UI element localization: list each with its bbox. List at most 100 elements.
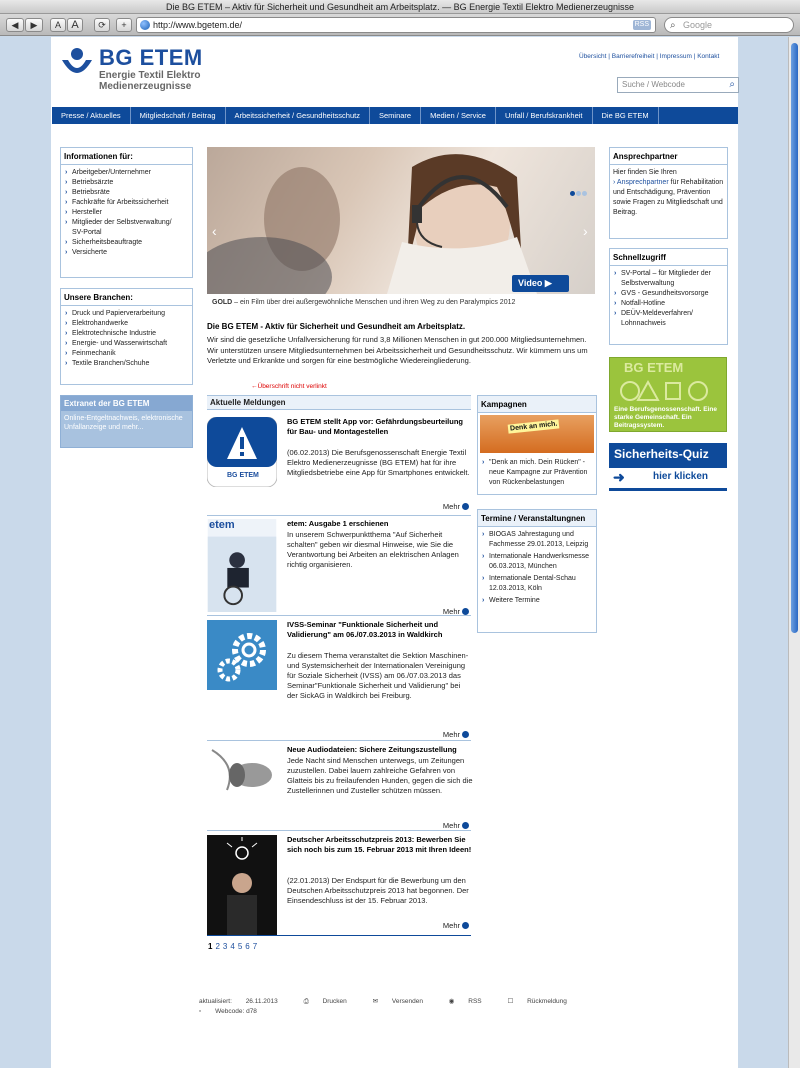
news-title[interactable]: BG ETEM stellt App vor: Gefährdungsbeurt… xyxy=(287,417,473,437)
top-link-kontakt[interactable]: Kontakt xyxy=(697,53,719,60)
info-link[interactable]: Betriebsräte xyxy=(64,188,189,198)
news-more-link[interactable]: Mehr xyxy=(443,730,469,739)
search-icon[interactable]: ⌕ xyxy=(729,78,735,92)
reload-icon[interactable]: ⟳ xyxy=(94,18,110,32)
info-link[interactable]: Mitglieder der Selbstverwaltung/SV-Porta… xyxy=(64,218,189,238)
browser-search-input[interactable]: ⌕ Google xyxy=(664,17,794,33)
site-search-input[interactable]: Suche / Webcode ⌕ xyxy=(617,77,739,93)
news-more-label: Mehr xyxy=(442,502,460,511)
termin-link[interactable]: Weitere Termine xyxy=(481,596,593,606)
top-link-uebersicht[interactable]: Übersicht xyxy=(579,53,606,60)
feedback-link[interactable]: ☐ Rückmeldung xyxy=(507,998,578,1005)
news-more-link[interactable]: Mehr xyxy=(443,921,469,930)
news-text: Jede Nacht sind Menschen unterwegs, um Z… xyxy=(287,756,473,795)
branch-link[interactable]: Feinmechanik xyxy=(64,349,189,359)
carousel-dot[interactable] xyxy=(582,191,587,196)
url-bar[interactable]: http://www.bgetem.de/ RSS xyxy=(136,17,656,33)
nav-unfall[interactable]: Unfall / Berufskrankheit xyxy=(496,107,593,124)
kampagnen-box: Kampagnen Denk an mich. "Denk an mich. D… xyxy=(477,395,597,495)
magazine-cover-label: etem xyxy=(209,519,235,531)
scrollbar-thumb[interactable] xyxy=(791,43,798,633)
bg-etem-banner-ad[interactable]: BG ETEM Eine Berufsgenossenschaft. Eine … xyxy=(609,357,727,432)
quiz-link-bar[interactable]: ➜ hier klicken xyxy=(609,468,727,488)
nav-arbeitssicherheit[interactable]: Arbeitssicherheit / Gesundheitsschutz xyxy=(226,107,370,124)
news-title[interactable]: IVSS-Seminar "Funktionale Sicherheit und… xyxy=(287,620,473,640)
news-title[interactable]: Deutscher Arbeitsschutzpreis 2013: Bewer… xyxy=(287,835,473,855)
search-icon: ⌕ xyxy=(670,20,676,31)
hero-caption[interactable]: GOLD – ein Film über drei außergewöhnlic… xyxy=(207,294,595,312)
info-link[interactable]: Betriebsärzte xyxy=(64,178,189,188)
news-more-link[interactable]: Mehr xyxy=(443,502,469,511)
divider xyxy=(207,615,471,616)
news-text: Zu diesem Thema veranstaltet die Sektion… xyxy=(287,651,469,700)
nav-die-bg-etem[interactable]: Die BG ETEM xyxy=(593,107,659,124)
ansprechpartner-link[interactable]: Ansprechpartner xyxy=(617,179,669,186)
add-bookmark-button[interactable]: + xyxy=(116,18,132,32)
scrollbar[interactable] xyxy=(788,37,800,1068)
extranet-box[interactable]: Extranet der BG ETEM Online-Entgeltnachw… xyxy=(60,395,193,448)
carousel-dot[interactable] xyxy=(576,191,581,196)
text-larger-button[interactable]: A xyxy=(67,18,83,32)
microphone-icon[interactable] xyxy=(207,745,277,800)
hero-next-icon[interactable]: › xyxy=(583,223,588,239)
ansprechpartner-intro: Hier finden Sie Ihren xyxy=(613,169,677,176)
text-smaller-button[interactable]: A xyxy=(50,18,66,32)
branch-link[interactable]: Energie- und Wasserwirtschaft xyxy=(64,339,189,349)
back-button[interactable]: ◀ xyxy=(6,18,24,32)
info-link[interactable]: Versicherte xyxy=(64,248,189,258)
page-footer: aktualisiert: 26.11.2013 ⎙ Drucken ✉ Ver… xyxy=(199,997,595,1017)
info-box: Informationen für: Arbeitgeber/Unternehm… xyxy=(60,147,193,278)
page-link-3[interactable]: 3 xyxy=(223,942,227,951)
kampagne-link[interactable]: "Denk an mich. Dein Rücken" - neue Kampa… xyxy=(481,458,593,488)
branch-link[interactable]: Textile Branchen/Schuhe xyxy=(64,359,189,369)
top-link-barrierefreiheit[interactable]: Barrierefreiheit xyxy=(612,53,655,60)
quick-link[interactable]: Notfall-Hotline xyxy=(613,299,724,309)
termin-link[interactable]: BIOGAS Jahrestagung und Fachmesse 29.01.… xyxy=(481,530,593,550)
carousel-dot[interactable] xyxy=(570,191,575,196)
print-link[interactable]: ⎙ Drucken xyxy=(304,998,359,1005)
top-link-impressum[interactable]: Impressum xyxy=(660,53,692,60)
nav-seminare[interactable]: Seminare xyxy=(370,107,422,124)
branch-link[interactable]: Druck und Papierverarbeitung xyxy=(64,309,189,319)
quick-link[interactable]: GVS - Gesundheitsvorsorge xyxy=(613,289,724,299)
send-link[interactable]: ✉ Versenden xyxy=(373,998,435,1005)
intro-title: Die BG ETEM - Aktiv für Sicherheit und G… xyxy=(207,322,466,331)
lightbulb-portrait-thumbnail[interactable] xyxy=(207,835,277,935)
nav-mitgliedschaft[interactable]: Mitgliedschaft / Beitrag xyxy=(131,107,226,124)
page-link-2[interactable]: 2 xyxy=(215,942,219,951)
magazine-cover-thumbnail[interactable] xyxy=(207,519,277,612)
extranet-title[interactable]: Extranet der BG ETEM xyxy=(61,396,192,411)
branch-link[interactable]: Elektrohandwerke xyxy=(64,319,189,329)
rss-badge[interactable]: RSS xyxy=(632,20,651,30)
hero-prev-icon[interactable]: ‹ xyxy=(212,223,217,239)
info-link[interactable]: Hersteller xyxy=(64,208,189,218)
page-link-7[interactable]: 7 xyxy=(253,942,257,951)
info-link[interactable]: Sicherheitsbeauftragte xyxy=(64,238,189,248)
termin-link[interactable]: Internationale Handwerksmesse 06.03.2013… xyxy=(481,552,593,572)
news-title[interactable]: etem: Ausgabe 1 erschienen xyxy=(287,519,473,529)
termine-title: Termine / Veranstaltungnen xyxy=(478,510,596,527)
page-link-4[interactable]: 4 xyxy=(230,942,234,951)
news-title[interactable]: Neue Audiodateien: Sichere Zeitungszuste… xyxy=(287,745,473,755)
video-button[interactable]: Video ▶ xyxy=(512,275,569,292)
rss-link[interactable]: ◉ RSS xyxy=(449,998,494,1005)
rss-label: RSS xyxy=(468,998,482,1005)
gears-icon[interactable] xyxy=(207,620,277,690)
updated-date: 26.11.2013 xyxy=(245,998,278,1005)
termin-link[interactable]: Internationale Dental-Schau 12.03.2013, … xyxy=(481,574,593,594)
news-more-link[interactable]: Mehr xyxy=(443,821,469,830)
page-link-5[interactable]: 5 xyxy=(238,942,242,951)
forward-button[interactable]: ▶ xyxy=(25,18,43,32)
nav-presse[interactable]: Presse / Aktuelles xyxy=(52,107,131,124)
kampagne-banner[interactable]: Denk an mich. xyxy=(480,415,594,453)
page-link-1[interactable]: 1 xyxy=(208,942,212,951)
sicherheits-quiz-banner[interactable]: Sicherheits-Quiz ➜ hier klicken xyxy=(609,443,727,491)
info-link[interactable]: Fachkräfte für Arbeitssicherheit xyxy=(64,198,189,208)
quick-link[interactable]: DEÜV-Meldeverfahren/ Lohnnachweis xyxy=(613,309,724,329)
branch-link[interactable]: Elektrotechnische Industrie xyxy=(64,329,189,339)
page-link-6[interactable]: 6 xyxy=(245,942,249,951)
branch-box-title: Unsere Branchen: xyxy=(61,289,192,306)
quick-link[interactable]: SV-Portal – für Mitglieder der Selbstver… xyxy=(613,269,724,289)
info-link[interactable]: Arbeitgeber/Unternehmer xyxy=(64,168,189,178)
nav-medien[interactable]: Medien / Service xyxy=(421,107,496,124)
